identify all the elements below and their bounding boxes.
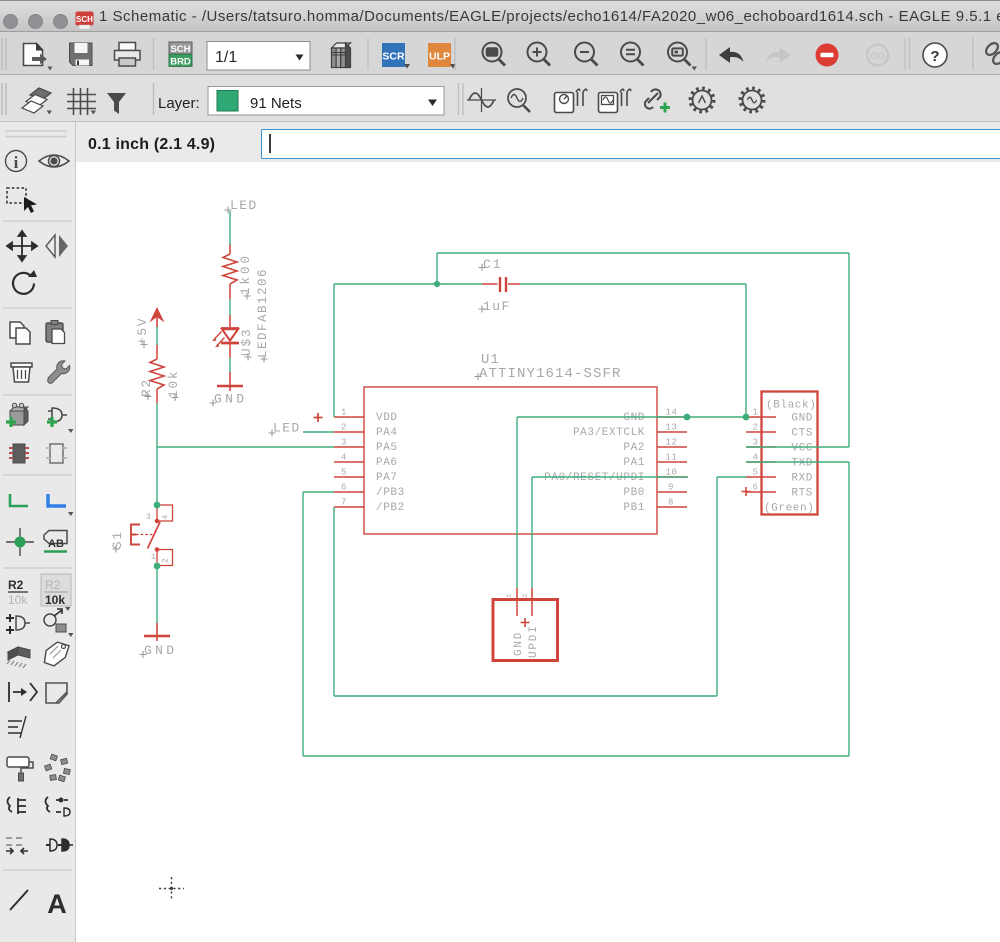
svg-text:LED: LED	[273, 421, 301, 436]
svg-text:PA0/RESET/UPDI: PA0/RESET/UPDI	[544, 472, 645, 484]
svg-text:(Green): (Green)	[764, 503, 814, 515]
svg-text:10k: 10k	[45, 593, 65, 607]
svg-text:3: 3	[752, 438, 758, 448]
svg-text:1k00: 1k00	[239, 253, 253, 295]
svg-text:TXD: TXD	[791, 458, 813, 470]
svg-text:SCH: SCH	[170, 44, 190, 55]
svg-text:6: 6	[752, 483, 758, 493]
svg-text:3: 3	[146, 513, 151, 522]
svg-text:/PB2: /PB2	[376, 502, 405, 514]
svg-text:PA7: PA7	[376, 472, 398, 484]
svg-text:i: i	[14, 153, 19, 172]
svg-text:5: 5	[341, 468, 347, 478]
svg-text:3: 3	[341, 438, 347, 448]
svg-text:2: 2	[341, 423, 347, 433]
svg-text:2: 2	[752, 423, 758, 433]
svg-text:PA2: PA2	[623, 442, 645, 454]
svg-text:LEDFAB1206: LEDFAB1206	[256, 268, 270, 358]
svg-text:R2: R2	[45, 578, 61, 592]
svg-text:4: 4	[341, 453, 347, 463]
svg-text:4: 4	[752, 453, 758, 463]
svg-text:R2: R2	[8, 578, 24, 592]
svg-text:5: 5	[752, 468, 758, 478]
svg-text:LED: LED	[230, 198, 258, 213]
svg-text:7: 7	[341, 498, 347, 508]
svg-text:10: 10	[665, 468, 677, 478]
svg-text:1: 1	[506, 593, 513, 598]
svg-text:4: 4	[162, 514, 171, 519]
svg-text:GO: GO	[870, 51, 885, 62]
svg-text:PA4: PA4	[376, 427, 398, 439]
svg-text:10k: 10k	[8, 593, 28, 607]
svg-text:2: 2	[522, 593, 529, 598]
svg-text:PA3/EXTCLK: PA3/EXTCLK	[573, 427, 645, 439]
svg-text:2: 2	[162, 558, 171, 563]
svg-text:GND: GND	[623, 412, 645, 424]
svg-text:ATTINY1614-SSFR: ATTINY1614-SSFR	[479, 366, 622, 382]
svg-text:UPDI: UPDI	[528, 624, 540, 658]
svg-text:PA6: PA6	[376, 457, 398, 469]
svg-text:RXD: RXD	[791, 473, 813, 485]
svg-text:12: 12	[665, 438, 677, 448]
svg-text:/PB3: /PB3	[376, 487, 405, 499]
svg-text:SCR: SCR	[382, 51, 405, 63]
svg-text:R2: R2	[140, 378, 154, 397]
svg-text:Layer:: Layer:	[158, 95, 200, 112]
svg-text:PA1: PA1	[623, 457, 645, 469]
svg-text:BRD: BRD	[170, 56, 191, 67]
svg-text:GND: GND	[144, 643, 177, 658]
svg-text:1: 1	[151, 553, 156, 562]
svg-text:PB0: PB0	[623, 487, 645, 499]
svg-text:GND: GND	[214, 392, 247, 407]
svg-text:CTS: CTS	[791, 428, 813, 440]
svg-text:VCC: VCC	[791, 443, 813, 455]
svg-text:AB: AB	[48, 538, 64, 550]
svg-text:10k: 10k	[167, 369, 181, 398]
svg-text:GND: GND	[791, 413, 813, 425]
svg-text:A: A	[47, 889, 67, 919]
svg-text:13: 13	[665, 423, 677, 433]
svg-text:(Black): (Black)	[766, 400, 816, 412]
svg-text:PA5: PA5	[376, 442, 398, 454]
svg-text:U$3: U$3	[240, 327, 254, 356]
svg-text:1: 1	[752, 408, 758, 418]
svg-text:1: 1	[341, 408, 347, 418]
svg-text:S1: S1	[111, 530, 125, 549]
svg-text:ULP: ULP	[429, 51, 450, 63]
svg-text:1/1: 1/1	[215, 49, 237, 66]
svg-text:6: 6	[341, 483, 347, 493]
svg-text:C1: C1	[483, 257, 503, 272]
svg-text:GND: GND	[513, 631, 525, 656]
svg-text:RTS: RTS	[791, 488, 813, 500]
svg-text:SCH: SCH	[76, 15, 93, 24]
svg-text:PB1: PB1	[623, 502, 645, 514]
svg-text:91 Nets: 91 Nets	[250, 95, 302, 112]
svg-text:?: ?	[930, 48, 939, 65]
svg-text:9: 9	[668, 483, 674, 493]
svg-text:11: 11	[665, 453, 677, 463]
svg-text:+5V: +5V	[136, 316, 150, 345]
svg-text:14: 14	[665, 408, 677, 418]
svg-text:1uF: 1uF	[483, 299, 511, 314]
svg-text:VDD: VDD	[376, 412, 398, 424]
svg-text:8: 8	[668, 498, 674, 508]
